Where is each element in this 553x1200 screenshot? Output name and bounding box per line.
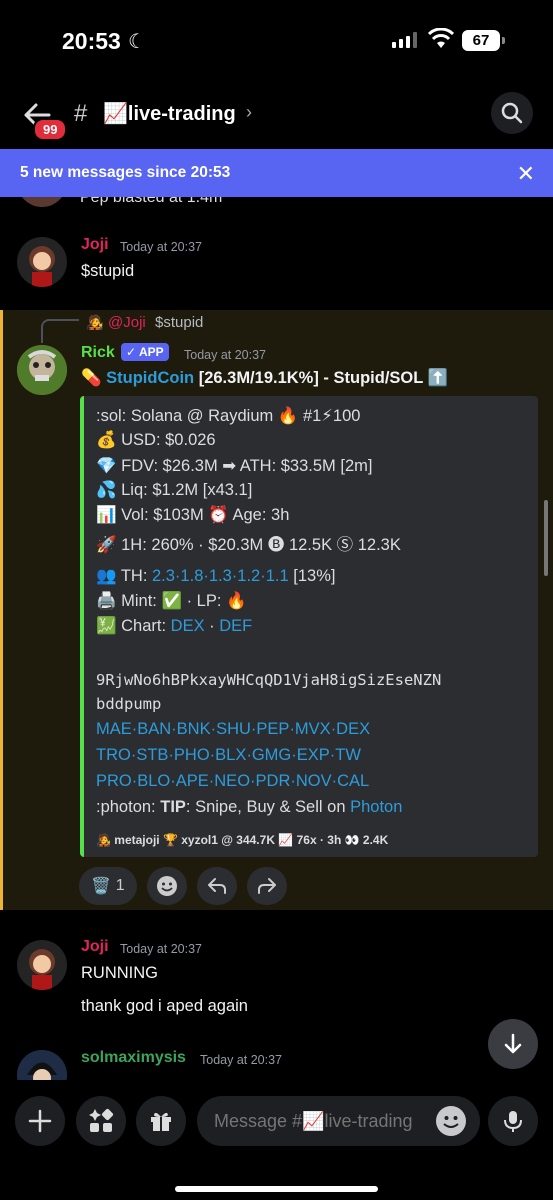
tip-bold: TIP: [160, 798, 186, 816]
contract-address[interactable]: 9RjwNo6hBPkxayWHCqQD1VjaH8igSizEseNZN: [96, 671, 441, 689]
moon-icon: ☾: [128, 31, 146, 53]
search-icon: [501, 102, 523, 124]
tool-links-row[interactable]: PRO·BLO·APE·NEO·PDR·NOV·CAL: [96, 772, 369, 791]
def-link[interactable]: DEF: [219, 617, 252, 635]
smiley-icon: [157, 876, 177, 896]
tip-text: : Snipe, Buy & Sell on: [185, 798, 351, 816]
partial-message: Pep blasted at 1.4m: [0, 197, 553, 209]
new-messages-banner[interactable]: 5 new messages since 20:53 ✕: [0, 149, 553, 197]
dex-link[interactable]: DEX: [171, 617, 205, 635]
signal-icon: [392, 32, 417, 48]
embed-mint: 🖨️ Mint: ✅ · LP: 🔥: [96, 592, 247, 610]
forward-icon: [258, 878, 276, 894]
scrollbar[interactable]: [544, 500, 548, 576]
bot-title: 💊 StupidCoin [26.3M/19.1K%] - Stupid/SOL…: [81, 369, 448, 388]
username[interactable]: solmaximysis: [81, 1049, 186, 1067]
message-text: thank god i aped again: [81, 997, 248, 1015]
avatar[interactable]: [17, 345, 67, 395]
jump-to-bottom-button[interactable]: [488, 1019, 538, 1069]
status-bar: 20:53 ☾ 67: [0, 0, 553, 84]
reply-icon: [208, 878, 226, 894]
username[interactable]: Joji: [81, 236, 109, 254]
microphone-icon: [504, 1111, 522, 1132]
search-button[interactable]: [491, 92, 533, 134]
embed-vol: 📊 Vol: $103M ⏰ Age: 3h: [96, 506, 290, 524]
trash-icon: 🗑️: [91, 878, 112, 895]
reply-mention[interactable]: @Joji: [108, 314, 146, 331]
voice-message-button[interactable]: [488, 1096, 538, 1146]
embed-liq: 💦 Liq: $1.2M [x43.1]: [96, 481, 253, 499]
reaction-count: 1: [115, 877, 125, 894]
reply-text[interactable]: $stupid: [155, 314, 203, 331]
forward-button[interactable]: [247, 867, 287, 905]
joji-avatar-icon: [29, 246, 55, 287]
message-text: Pep blasted at 1.4m: [80, 197, 223, 206]
username[interactable]: Rick: [81, 344, 115, 362]
add-attachment-button[interactable]: [15, 1096, 65, 1146]
channel-hash-icon: #: [74, 100, 88, 127]
embed-footer: 🧑‍🎤 metajoji 🏆 xyzol1 @ 344.7K 📈 76x · 3…: [96, 833, 389, 847]
avatar: [17, 197, 67, 207]
avatar[interactable]: [17, 940, 67, 990]
sparkle-apps-icon: [89, 1108, 114, 1132]
timestamp: Today at 20:37: [120, 240, 203, 254]
embed-usd: 💰 USD: $0.026: [96, 431, 216, 449]
embed-tip: :photon: TIP: Snipe, Buy & Sell on Photo…: [96, 798, 402, 817]
coin-link[interactable]: StupidCoin: [106, 369, 194, 387]
embed-chart: 💹 Chart: DEX · DEF: [96, 617, 252, 636]
chart-sep: ·: [204, 617, 220, 635]
avatar[interactable]: [17, 237, 67, 287]
photon-link[interactable]: Photon: [350, 798, 402, 816]
tool-links-row[interactable]: MAE·BAN·BNK·SHU·PEP·MVX·DEX: [96, 720, 370, 739]
tool-links-row[interactable]: TRO·STB·PHO·BLX·GMG·EXP·TW: [96, 746, 361, 765]
wifi-icon: [428, 28, 454, 48]
arrow-down-icon: [504, 1033, 522, 1054]
embed-th: 👥 TH: 2.3·1.8·1.3·1.2·1.1 [13%]: [96, 567, 335, 586]
reaction-bar: 🗑️ 1: [79, 867, 287, 905]
chevron-right-icon[interactable]: ›: [246, 102, 252, 123]
th-pct: [13%]: [288, 567, 336, 585]
contract-address-cont[interactable]: bddpump: [96, 695, 161, 713]
username[interactable]: Joji: [81, 938, 109, 956]
gift-button[interactable]: [136, 1096, 186, 1146]
channel-name[interactable]: 📈live-trading: [103, 101, 236, 126]
pill-icon: 💊: [81, 369, 102, 387]
embed-chain: :sol: Solana @ Raydium 🔥 #1⚡100: [96, 407, 361, 425]
smiley-icon: [443, 1116, 459, 1128]
embed-fdv: 💎 FDV: $26.3M ➡ ATH: $33.5M [2m]: [96, 457, 373, 475]
embed-1h: 🚀 1H: 260% · $20.3M 🅑 12.5K Ⓢ 12.3K: [96, 536, 401, 554]
clock: 20:53: [62, 28, 121, 54]
trash-reaction[interactable]: 🗑️ 1: [79, 867, 137, 905]
timestamp: Today at 20:37: [200, 1053, 283, 1067]
app-badge: ✓ APP: [121, 343, 169, 361]
banner-text: 5 new messages since 20:53: [20, 164, 231, 181]
timestamp: Today at 20:37: [120, 942, 203, 956]
home-indicator: [175, 1186, 378, 1192]
close-icon[interactable]: ✕: [517, 161, 535, 187]
timestamp: Today at 20:37: [184, 348, 267, 362]
gift-icon: [151, 1112, 171, 1131]
title-rest: [26.3M/19.1K%] - Stupid/SOL ⬆️: [194, 369, 449, 387]
channel-header: 99 # 📈live-trading ›: [0, 84, 553, 146]
message-composer: [0, 1080, 553, 1200]
battery-icon: 67: [462, 30, 505, 51]
th-links[interactable]: 2.3·1.8·1.3·1.2·1.1: [152, 567, 289, 585]
add-reaction-button[interactable]: [147, 867, 187, 905]
apps-button[interactable]: [76, 1096, 126, 1146]
reply-avatar-icon: 🧑‍🎤: [86, 314, 104, 330]
chart-label: 💹 Chart:: [96, 617, 171, 635]
th-label: 👥 TH:: [96, 567, 152, 585]
reply-connector: [41, 319, 79, 343]
message-text: $stupid: [81, 262, 135, 280]
tip-prefix: :photon:: [96, 798, 161, 816]
joji-avatar-icon: [29, 949, 55, 990]
rick-avatar-icon: [17, 345, 67, 395]
unread-badge: 99: [33, 118, 68, 141]
message-text: RUNNING: [81, 964, 158, 982]
bot-embed: :sol: Solana @ Raydium 🔥 #1⚡100 💰 USD: $…: [80, 396, 538, 857]
plus-icon: [28, 1109, 52, 1133]
reply-button[interactable]: [197, 867, 237, 905]
emoji-button[interactable]: [436, 1106, 466, 1136]
